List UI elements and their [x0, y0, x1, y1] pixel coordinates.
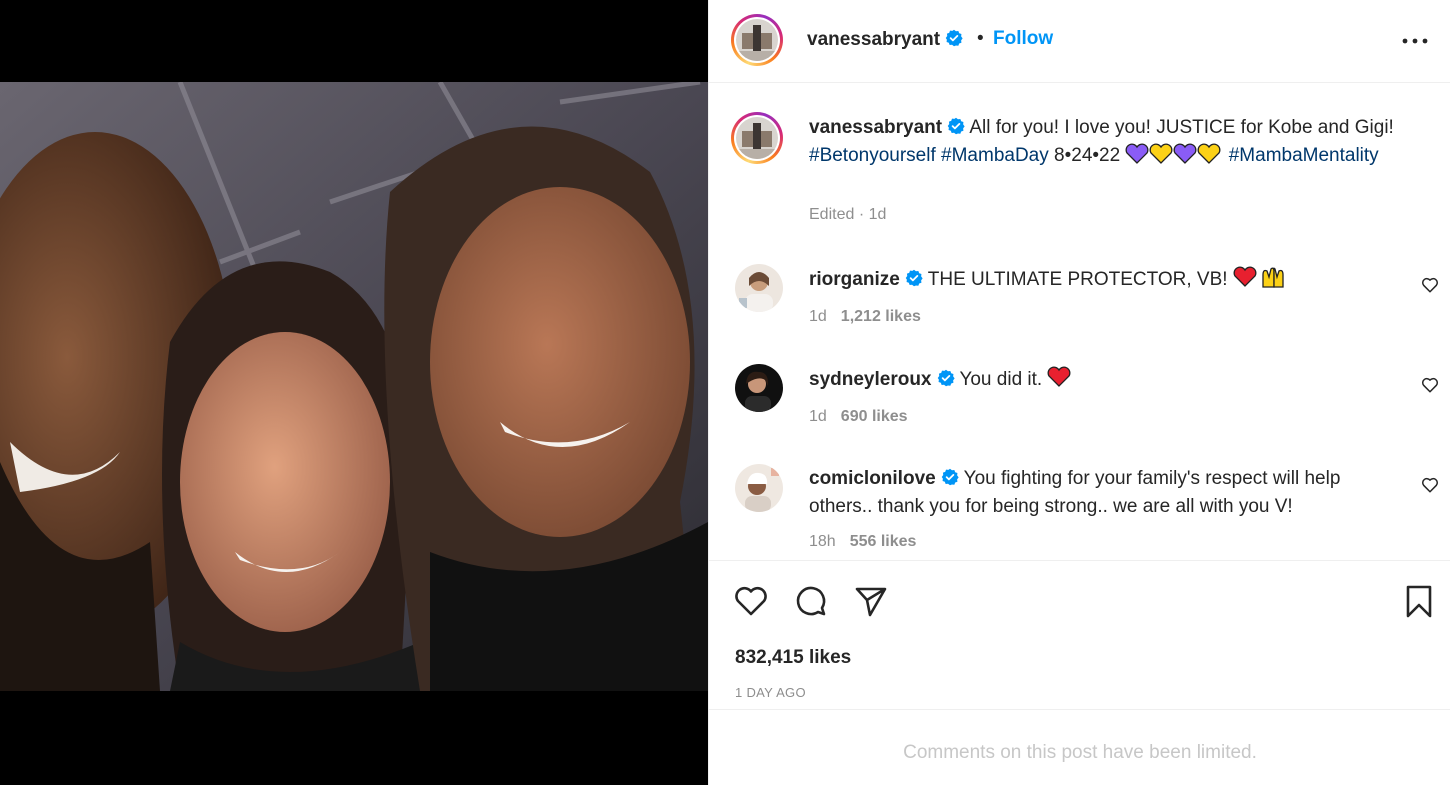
- post-photo[interactable]: [0, 82, 708, 691]
- comment-body: THE ULTIMATE PROTECTOR, VB!: [927, 269, 1228, 290]
- author-username-link[interactable]: vanessabryant: [807, 29, 963, 51]
- comment-text: comiclonilove You fighting for your fami…: [809, 465, 1399, 521]
- post-media: [0, 0, 708, 785]
- commenter-username-link[interactable]: riorganize: [809, 269, 900, 290]
- comment-age: 1d: [809, 408, 827, 425]
- comment-text: riorganize THE ULTIMATE PROTECTOR, VB!: [809, 265, 1399, 294]
- commenter-username-link[interactable]: comiclonilove: [809, 468, 936, 489]
- verified-icon: [905, 269, 923, 287]
- comment-age: 1d: [809, 308, 827, 325]
- comment-likes-link[interactable]: 1,212 likes: [841, 308, 921, 325]
- bookmark-icon[interactable]: [1401, 583, 1437, 619]
- comment-likes-link[interactable]: 556 likes: [850, 533, 917, 550]
- verified-icon: [941, 468, 959, 486]
- caption-author-avatar[interactable]: [731, 112, 783, 164]
- comment-meta: 1d 1,212 likes: [809, 308, 921, 326]
- comment-body: You did it.: [959, 369, 1043, 390]
- header-separator: •: [977, 28, 984, 49]
- caption-body: All for you! I love you! JUSTICE for Kob…: [969, 117, 1394, 138]
- heart-icon[interactable]: [1421, 376, 1439, 394]
- commenter-avatar[interactable]: [735, 464, 783, 512]
- photo-illustration: [0, 82, 708, 691]
- comment-meta: 1d 690 likes: [809, 408, 908, 426]
- comment-icon[interactable]: [793, 583, 829, 619]
- hashtag-link[interactable]: #MambaDay: [941, 145, 1049, 166]
- comments-limited-notice: Comments on this post have been limited.: [709, 709, 1450, 785]
- hashtag-link[interactable]: #MambaMentality: [1229, 145, 1379, 166]
- caption-username-link[interactable]: vanessabryant: [809, 117, 942, 138]
- heart-icon[interactable]: [1421, 276, 1439, 294]
- caption-text: vanessabryant All for you! I love you! J…: [809, 114, 1399, 170]
- post-likes-count[interactable]: 832,415 likes: [735, 647, 851, 669]
- comment-likes-link[interactable]: 690 likes: [841, 408, 908, 425]
- verified-icon: [945, 29, 963, 47]
- comment-age: 18h: [809, 533, 836, 550]
- commenter-avatar[interactable]: [735, 364, 783, 412]
- verified-icon: [937, 369, 955, 387]
- comment-meta: 18h 556 likes: [809, 533, 916, 551]
- red-heart-raising-hands-emoji: [1233, 266, 1284, 288]
- post-details-panel: vanessabryant • Follow vanessabryant All: [708, 0, 1450, 785]
- caption-date: 8•24•22: [1054, 145, 1121, 166]
- heart-icon[interactable]: [733, 583, 769, 619]
- follow-button[interactable]: Follow: [993, 28, 1053, 50]
- more-icon[interactable]: [1399, 30, 1431, 52]
- verified-icon: [947, 117, 965, 135]
- post-timestamp[interactable]: 1 DAY AGO: [735, 685, 806, 700]
- post-actions: 832,415 likes 1 DAY AGO Comments on this…: [709, 560, 1450, 785]
- comment-text: sydneyleroux You did it.: [809, 365, 1399, 394]
- caption-meta: Edited · 1d: [809, 206, 887, 223]
- red-heart-emoji: [1048, 366, 1071, 387]
- author-avatar[interactable]: [731, 14, 783, 66]
- heart-icon[interactable]: [1421, 476, 1439, 494]
- commenter-avatar[interactable]: [735, 264, 783, 312]
- post-header: vanessabryant • Follow: [709, 0, 1450, 83]
- hashtag-link[interactable]: #Betonyourself: [809, 145, 936, 166]
- share-icon[interactable]: [853, 583, 889, 619]
- commenter-username-link[interactable]: sydneyleroux: [809, 369, 932, 390]
- caption-hearts-emoji: [1125, 143, 1221, 164]
